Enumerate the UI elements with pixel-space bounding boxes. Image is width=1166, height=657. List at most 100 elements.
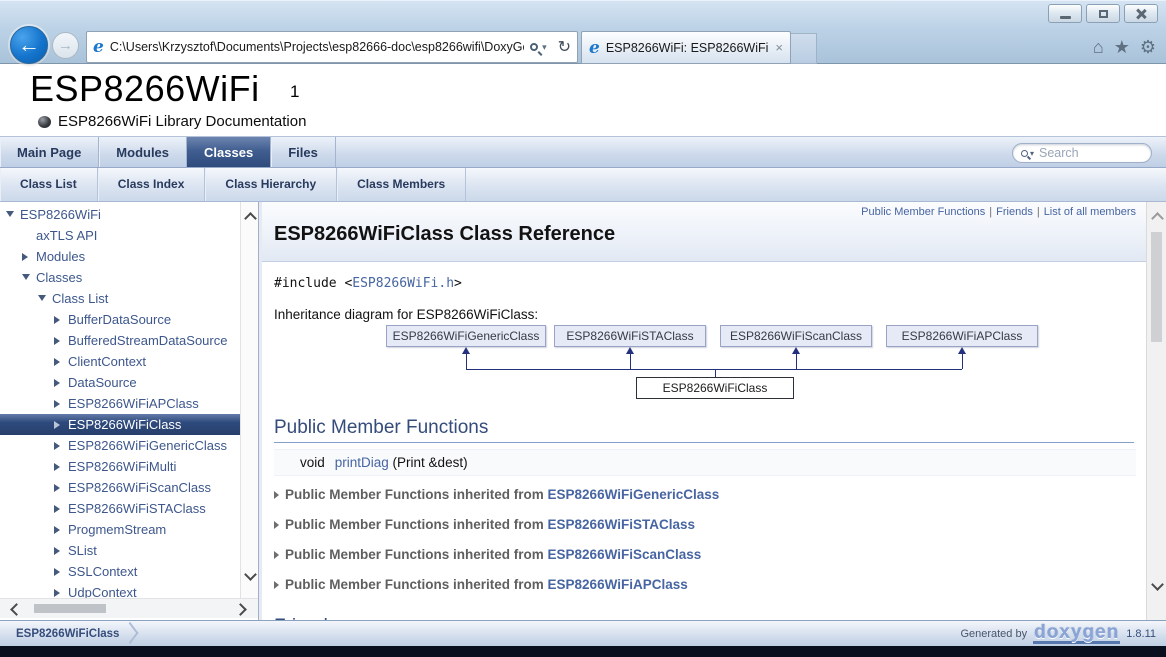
scroll-down-icon[interactable]: [244, 568, 257, 581]
summary-link-public-member-functions[interactable]: Public Member Functions: [861, 206, 985, 218]
sidebar-item-modules[interactable]: Modules: [0, 246, 240, 267]
inherited-section-esp8266wifigenericclass[interactable]: Public Member Functions inherited from E…: [274, 480, 1136, 509]
subtab-class-members[interactable]: Class Members: [337, 168, 466, 201]
scroll-down-icon[interactable]: [1151, 578, 1164, 591]
expand-arrow-icon[interactable]: [54, 505, 60, 513]
minimize-button[interactable]: [1048, 4, 1082, 23]
scroll-left-icon[interactable]: [10, 603, 23, 616]
search-dropdown-caret-icon[interactable]: ▾: [1030, 149, 1034, 158]
tab-classes[interactable]: Classes: [187, 137, 271, 167]
inherited-section-text: Public Member Functions inherited from: [285, 517, 548, 532]
expand-arrow-icon[interactable]: [22, 253, 28, 261]
sidebar-item-esp8266wifimulti[interactable]: ESP8266WiFiMulti: [0, 456, 240, 477]
sidebar-item-label: Modules: [36, 246, 85, 267]
tab-main-page[interactable]: Main Page: [0, 137, 99, 167]
sidebar-vertical-scrollbar[interactable]: [240, 202, 258, 598]
sidebar-item-esp8266wifiapclass[interactable]: ESP8266WiFiAPClass: [0, 393, 240, 414]
sidebar-item-bufferedstreamdatasource[interactable]: BufferedStreamDataSource: [0, 330, 240, 351]
member-printdiag-link[interactable]: printDiag: [335, 455, 389, 470]
expand-arrow-icon[interactable]: [54, 358, 60, 366]
expand-arrow-icon[interactable]: [54, 442, 60, 450]
class-link-esp8266wifistaclass[interactable]: ESP8266WiFiSTAClass: [548, 517, 695, 532]
expand-arrow-icon[interactable]: [54, 568, 60, 576]
expand-arrow-icon[interactable]: [54, 316, 60, 324]
collapse-arrow-icon[interactable]: [22, 274, 30, 280]
search-placeholder: Search: [1039, 146, 1079, 160]
sidebar-item-classes[interactable]: Classes: [0, 267, 240, 288]
sidebar-item-datasource[interactable]: DataSource: [0, 372, 240, 393]
diagram-box-esp8266wifiscanclass[interactable]: ESP8266WiFiScanClass: [720, 325, 872, 347]
diagram-box-esp8266wifiapclass[interactable]: ESP8266WiFiAPClass: [886, 325, 1038, 347]
sidebar-item-esp8266wifiscanclass[interactable]: ESP8266WiFiScanClass: [0, 477, 240, 498]
sidebar-item-sslcontext[interactable]: SSLContext: [0, 561, 240, 582]
breadcrumb-item[interactable]: ESP8266WiFiClass: [16, 621, 119, 647]
refresh-icon[interactable]: ↻: [558, 37, 571, 57]
sidebar-item-esp8266wifistaclass[interactable]: ESP8266WiFiSTAClass: [0, 498, 240, 519]
expand-arrow-icon[interactable]: [54, 379, 60, 387]
inherited-section-esp8266wifiapclass[interactable]: Public Member Functions inherited from E…: [274, 570, 1136, 599]
class-link-esp8266wifigenericclass[interactable]: ESP8266WiFiGenericClass: [548, 487, 720, 502]
close-button[interactable]: [1124, 4, 1158, 23]
expand-arrow-icon[interactable]: [54, 337, 60, 345]
expand-arrow-icon[interactable]: [54, 463, 60, 471]
tab-modules[interactable]: Modules: [99, 137, 187, 167]
settings-gear-icon[interactable]: ⚙: [1140, 34, 1156, 60]
summary-link-list-of-all-members[interactable]: List of all members: [1044, 206, 1136, 218]
sidebar-item-class-list[interactable]: Class List: [0, 288, 240, 309]
sidebar-item-esp8266wifigenericclass[interactable]: ESP8266WiFiGenericClass: [0, 435, 240, 456]
expand-arrow-icon[interactable]: [54, 547, 60, 555]
expand-arrow-icon[interactable]: [54, 484, 60, 492]
subtab-class-hierarchy[interactable]: Class Hierarchy: [205, 168, 337, 201]
expand-arrow-icon[interactable]: [274, 551, 279, 559]
address-search-icon[interactable]: [530, 43, 538, 51]
search-box[interactable]: ▾ Search: [1012, 143, 1152, 163]
forward-button[interactable]: →: [52, 32, 79, 59]
vertical-scroll-thumb[interactable]: [1151, 232, 1162, 342]
collapse-arrow-icon[interactable]: [38, 295, 46, 301]
favorites-star-icon[interactable]: ★: [1114, 34, 1130, 60]
expand-arrow-icon[interactable]: [274, 521, 279, 529]
scroll-up-icon[interactable]: [1151, 212, 1164, 225]
browser-tab[interactable]: e ESP8266WiFi: ESP8266WiFi... ×: [581, 31, 791, 64]
sidebar-item-axtls-api[interactable]: axTLS API: [0, 225, 240, 246]
expand-arrow-icon[interactable]: [274, 581, 279, 589]
expand-arrow-icon[interactable]: [274, 491, 279, 499]
back-button[interactable]: ←: [10, 26, 48, 64]
expand-arrow-icon[interactable]: [54, 400, 60, 408]
sidebar-item-slist[interactable]: SList: [0, 540, 240, 561]
sidebar-item-bufferdatasource[interactable]: BufferDataSource: [0, 309, 240, 330]
subtab-class-index[interactable]: Class Index: [98, 168, 206, 201]
class-link-esp8266wifiscanclass[interactable]: ESP8266WiFiScanClass: [548, 547, 702, 562]
summary-link-friends[interactable]: Friends: [996, 206, 1033, 218]
sub-tab-bar: Class ListClass IndexClass HierarchyClas…: [0, 168, 1166, 202]
sidebar-item-clientcontext[interactable]: ClientContext: [0, 351, 240, 372]
horizontal-scroll-thumb[interactable]: [34, 604, 106, 613]
tab-files[interactable]: Files: [271, 137, 336, 167]
sidebar-item-esp8266wificlass[interactable]: ESP8266WiFiClass: [0, 414, 240, 435]
scroll-right-icon[interactable]: [234, 603, 247, 616]
new-tab-button[interactable]: [791, 33, 817, 64]
doxygen-logo[interactable]: doxygen: [1033, 624, 1120, 644]
expand-arrow-icon[interactable]: [54, 526, 60, 534]
tab-close-icon[interactable]: ×: [775, 40, 783, 55]
home-icon[interactable]: ⌂: [1093, 34, 1104, 60]
class-link-esp8266wifiapclass[interactable]: ESP8266WiFiAPClass: [548, 577, 688, 592]
scroll-up-icon[interactable]: [244, 212, 257, 225]
diagram-box-esp8266wifistaclass[interactable]: ESP8266WiFiSTAClass: [554, 325, 706, 347]
sidebar-item-esp8266wifi[interactable]: ESP8266WiFi: [0, 204, 240, 225]
sidebar-horizontal-scrollbar[interactable]: [0, 598, 258, 618]
expand-arrow-icon[interactable]: [54, 421, 60, 429]
inherited-section-esp8266wifiscanclass[interactable]: Public Member Functions inherited from E…: [274, 540, 1136, 569]
address-dropdown-caret-icon[interactable]: ▾: [542, 42, 547, 53]
collapse-arrow-icon[interactable]: [6, 211, 14, 217]
sidebar-item-udpcontext[interactable]: UdpContext: [0, 582, 240, 598]
sidebar-item-progmemstream[interactable]: ProgmemStream: [0, 519, 240, 540]
content-vertical-scrollbar[interactable]: [1146, 202, 1166, 620]
url-bar[interactable]: e C:\Users\Krzysztof\Documents\Projects\…: [86, 31, 578, 63]
restore-button[interactable]: [1086, 4, 1120, 23]
include-file-link[interactable]: ESP8266WiFi.h: [352, 276, 454, 291]
diagram-box-esp8266wifigenericclass[interactable]: ESP8266WiFiGenericClass: [386, 325, 546, 347]
inherited-section-esp8266wifistaclass[interactable]: Public Member Functions inherited from E…: [274, 510, 1136, 539]
subtab-class-list[interactable]: Class List: [0, 168, 98, 201]
expand-arrow-icon[interactable]: [54, 589, 60, 597]
